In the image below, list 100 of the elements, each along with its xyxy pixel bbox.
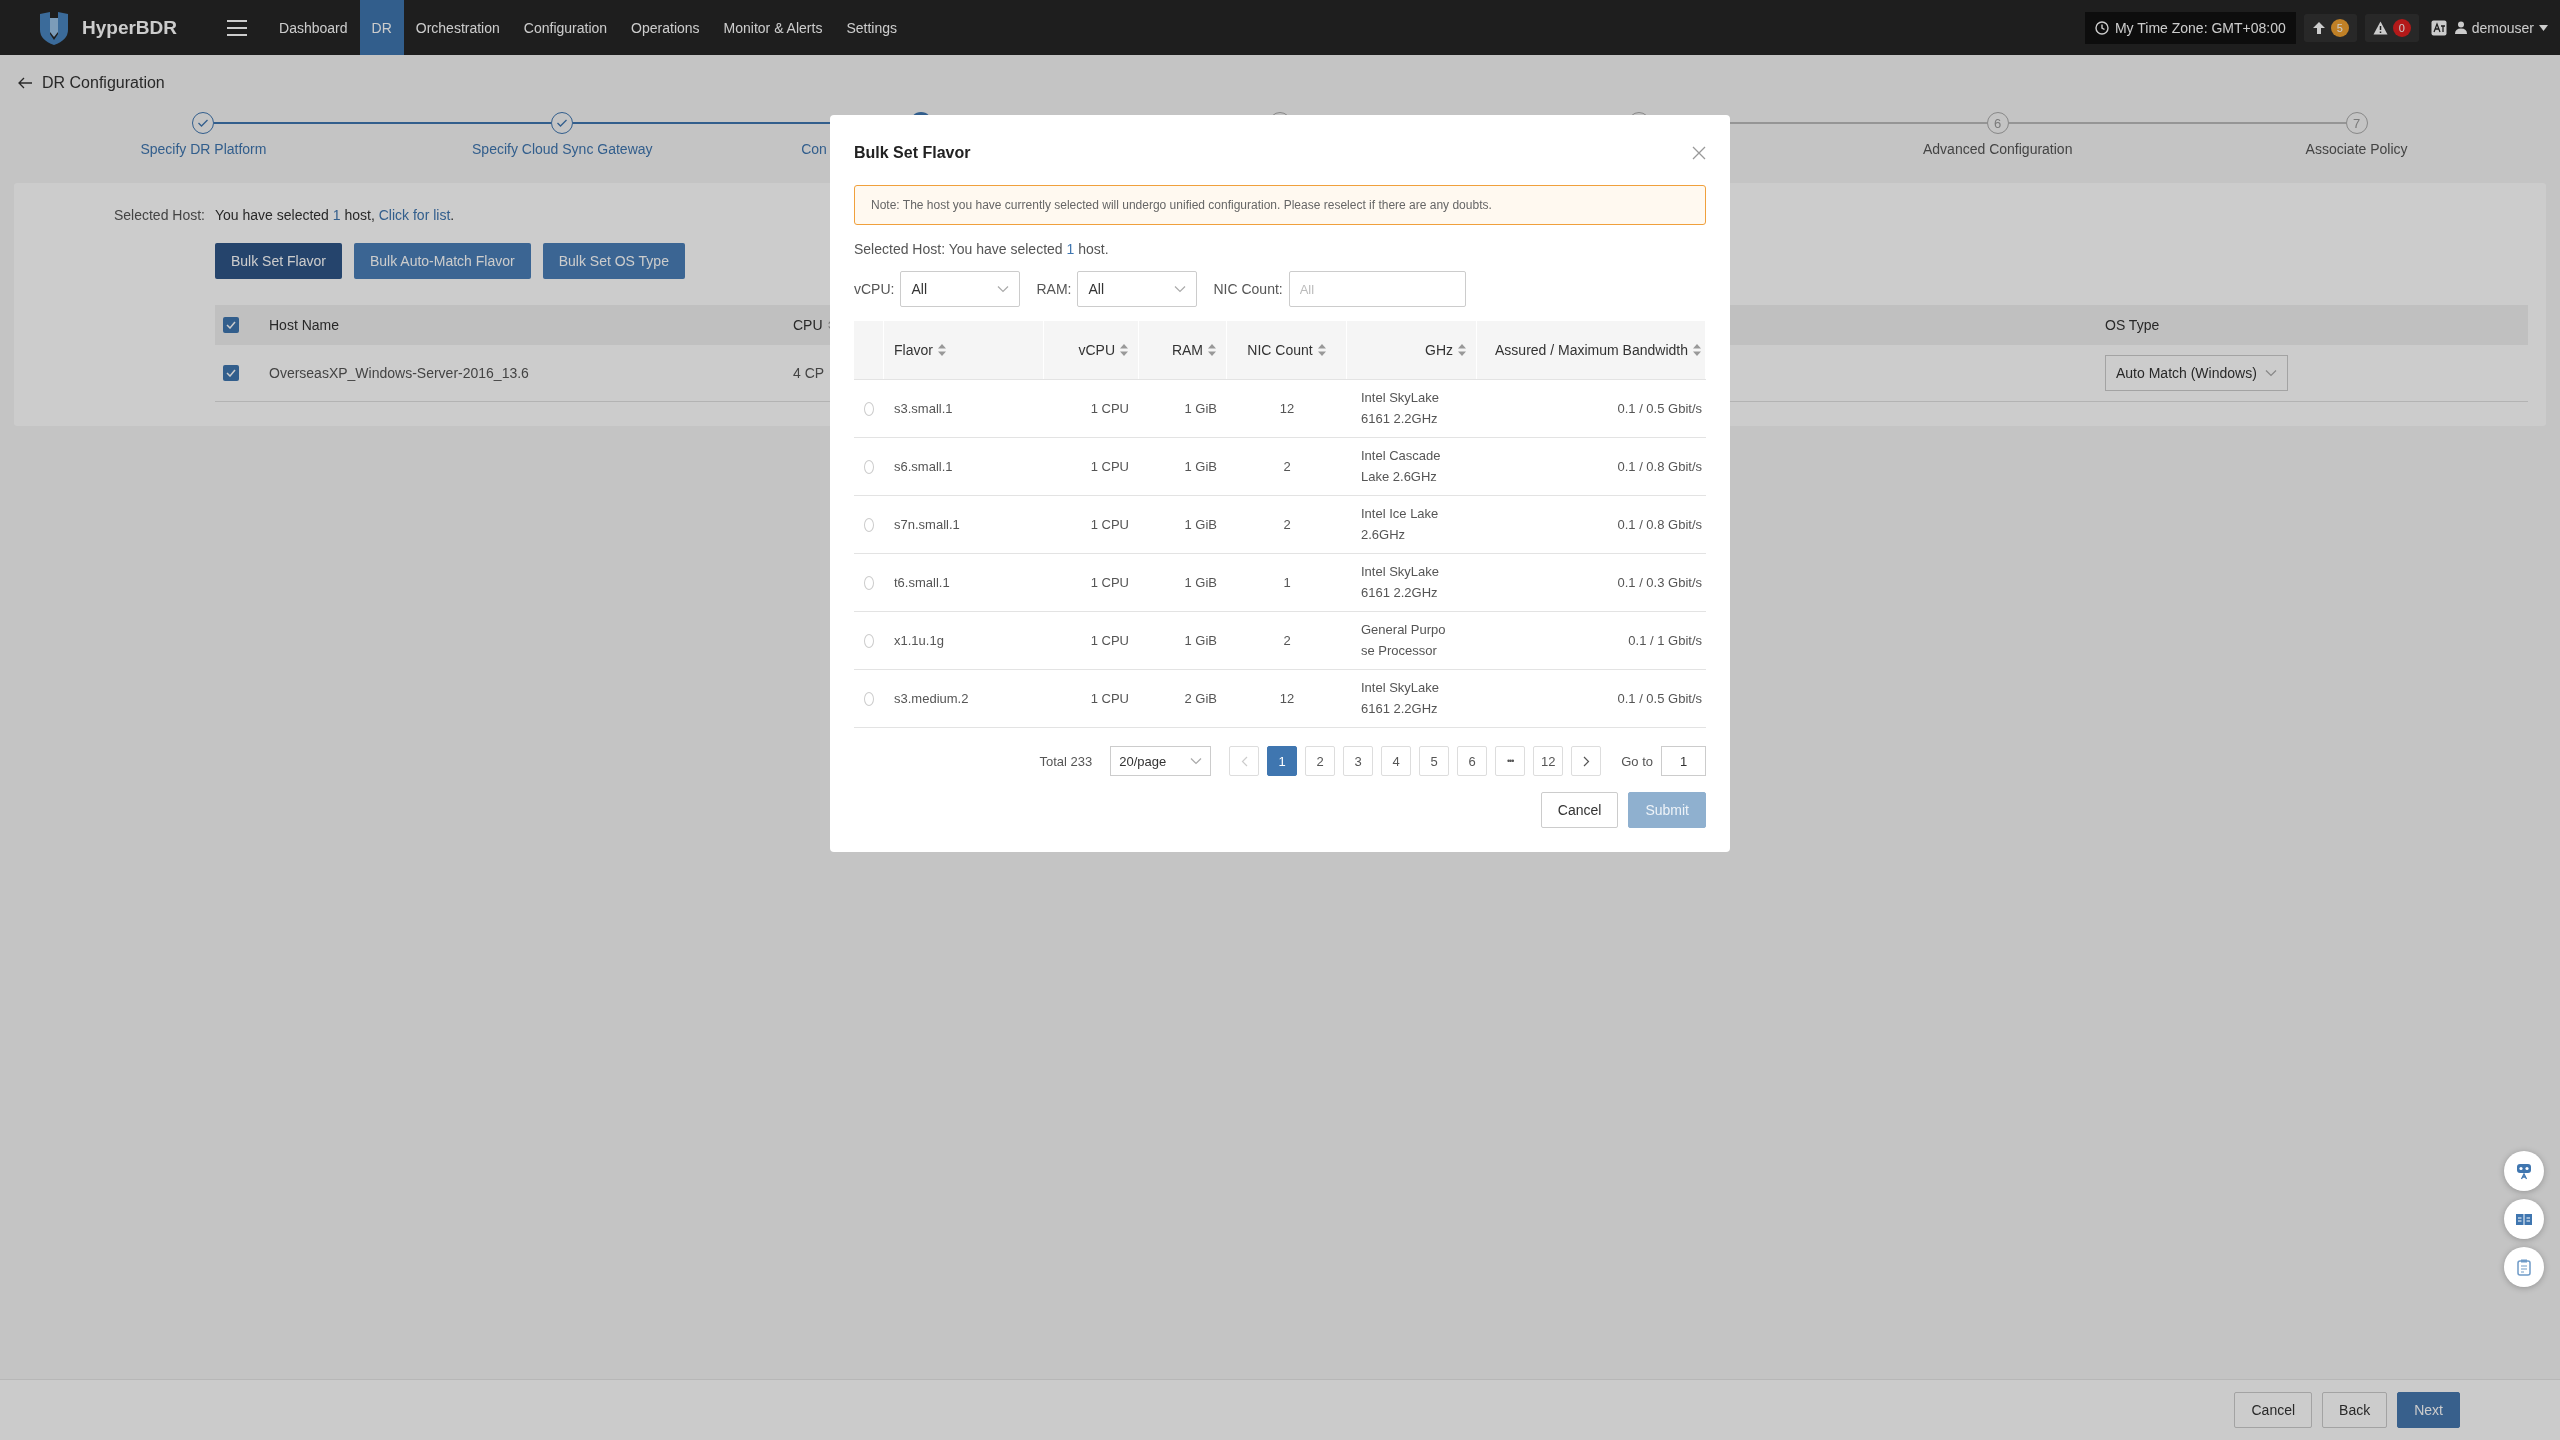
radio-button[interactable] [864, 517, 874, 532]
nav-tab[interactable]: Monitor & Alerts [711, 0, 835, 55]
user-icon [2454, 21, 2467, 34]
column-header[interactable]: CPU [793, 317, 823, 333]
table-cell: 0.1 / 0.3 Gbit/s [1617, 575, 1702, 590]
table-cell: s3.small.1 [894, 401, 953, 416]
page-button[interactable]: 2 [1305, 746, 1336, 776]
bulk-action-button[interactable]: Bulk Set Flavor [215, 243, 342, 279]
table-cell: 1 CPU [1090, 575, 1129, 590]
book-icon [2516, 1212, 2532, 1226]
warning-icon[interactable] [2372, 20, 2388, 35]
filter-label: NIC Count: [1213, 281, 1283, 297]
page-button[interactable]: 5 [1419, 746, 1450, 776]
table-cell: 0.1 / 0.8 Gbit/s [1617, 459, 1702, 474]
dialog-title: Bulk Set Flavor [854, 144, 971, 162]
table-cell: 12 [1279, 691, 1295, 706]
radio-button[interactable] [864, 691, 874, 706]
checkbox[interactable] [223, 317, 239, 333]
sort-icon[interactable] [1317, 344, 1326, 356]
page-button[interactable]: 12 [1533, 746, 1564, 776]
clock-icon [2094, 20, 2109, 35]
chevron-down-icon [1190, 757, 1203, 765]
user-menu[interactable]: demouser [2471, 19, 2534, 36]
table-cell: 2 GiB [1184, 691, 1217, 706]
total-count: Total 233 [1039, 753, 1093, 769]
os-type-select[interactable]: Auto Match (Windows) [2105, 355, 2288, 391]
column-header[interactable]: Assured / Maximum Bandwidth [1495, 342, 1688, 358]
table-cell: 2 [1283, 633, 1291, 648]
filter-select[interactable]: All [900, 271, 1021, 307]
page-button[interactable]: 6 [1457, 746, 1488, 776]
filter-input[interactable]: All [1288, 271, 1466, 307]
chevron-down-icon [997, 285, 1010, 293]
goto-input[interactable]: 1 [1661, 746, 1706, 776]
checkbox[interactable] [223, 365, 239, 381]
sort-icon[interactable] [1208, 344, 1216, 356]
cancel-button[interactable]: Cancel [1540, 792, 1619, 828]
table-cell: s7n.small.1 [894, 517, 960, 532]
radio-button[interactable] [864, 459, 874, 474]
table-cell: 2 [1283, 517, 1291, 532]
selection-summary: Selected Host: You have selected 1 host. [854, 241, 1110, 257]
nav-tab[interactable]: DR [359, 0, 404, 55]
table-cell: 0.1 / 0.5 Gbit/s [1617, 401, 1702, 416]
next-button[interactable]: Next [2397, 1392, 2460, 1428]
table-cell-text: General Purpo se Processor [1361, 621, 1446, 660]
table-cell-text: Intel Ice Lake 2.6GHz [1361, 505, 1439, 544]
footer-button[interactable]: Back [2322, 1392, 2388, 1428]
step-number: 6 [1986, 112, 2009, 134]
nav-tab[interactable]: Configuration [511, 0, 620, 55]
table-cell: s3.medium.2 [894, 691, 969, 706]
sort-icon[interactable] [1458, 344, 1466, 356]
translate-icon[interactable] [2430, 19, 2447, 36]
column-header[interactable]: RAM [1171, 342, 1203, 358]
radio-button[interactable] [864, 401, 874, 416]
chevron-right-icon [1582, 755, 1590, 767]
table-cell-text: Intel SkyLake 6161 2.2GHz [1361, 563, 1440, 602]
more-pages-button[interactable]: ••• [1495, 746, 1526, 776]
caret-icon[interactable] [2539, 24, 2548, 31]
column-header[interactable]: NIC Count [1247, 342, 1313, 358]
sort-icon[interactable] [1693, 344, 1701, 356]
sort-icon[interactable] [1120, 344, 1128, 356]
sort-icon[interactable] [937, 344, 946, 356]
table-cell: 1 CPU [1090, 517, 1129, 532]
footer-button[interactable]: Cancel [2234, 1392, 2313, 1428]
nav-tab[interactable]: Dashboard [267, 0, 360, 55]
table-cell: 0.1 / 0.5 Gbit/s [1617, 691, 1702, 706]
filter-select[interactable]: All [1077, 271, 1198, 307]
page-size-select[interactable]: 20/page [1110, 746, 1212, 776]
column-header[interactable]: GHz [1425, 342, 1453, 358]
step-label: Advanced Configuration [1923, 141, 2073, 157]
table-cell: 0.1 / 1 Gbit/s [1628, 633, 1702, 648]
step-label: Con [801, 141, 827, 157]
table-cell: 12 [1279, 401, 1295, 416]
table-cell: t6.small.1 [894, 575, 950, 590]
menu-icon[interactable] [227, 19, 248, 36]
bulk-action-button[interactable]: Bulk Set OS Type [542, 243, 685, 279]
back-arrow-icon[interactable] [18, 77, 32, 89]
next-page-button[interactable] [1571, 746, 1602, 776]
radio-button[interactable] [864, 575, 874, 590]
nav-tab[interactable]: Operations [619, 0, 712, 55]
column-header: OS Type [2105, 317, 2160, 333]
check-icon [226, 321, 236, 329]
table-cell-text: Intel Cascade Lake 2.6GHz [1361, 447, 1441, 486]
page-button[interactable]: 4 [1381, 746, 1412, 776]
nav-tab[interactable]: Settings [834, 0, 909, 55]
page-button[interactable]: 3 [1343, 746, 1374, 776]
step-label: Specify DR Platform [140, 141, 267, 157]
page-button[interactable]: 1 [1267, 746, 1298, 776]
nav-tab[interactable]: Orchestration [403, 0, 512, 55]
chevron-down-icon [2265, 369, 2277, 377]
table-cell: 1 CPU [1090, 401, 1129, 416]
column-header[interactable]: Flavor [894, 342, 933, 358]
robot-icon [2516, 1162, 2532, 1180]
bulk-action-button[interactable]: Bulk Auto-Match Flavor [353, 243, 531, 279]
upload-arrow-icon[interactable] [2311, 20, 2326, 35]
close-icon[interactable] [1692, 146, 1706, 160]
table-cell: 4 CP [793, 365, 825, 381]
radio-button[interactable] [864, 633, 874, 648]
column-header[interactable]: vCPU [1078, 342, 1115, 358]
table-cell: 1 GiB [1184, 459, 1217, 474]
count-badge: 5 [2330, 18, 2349, 37]
